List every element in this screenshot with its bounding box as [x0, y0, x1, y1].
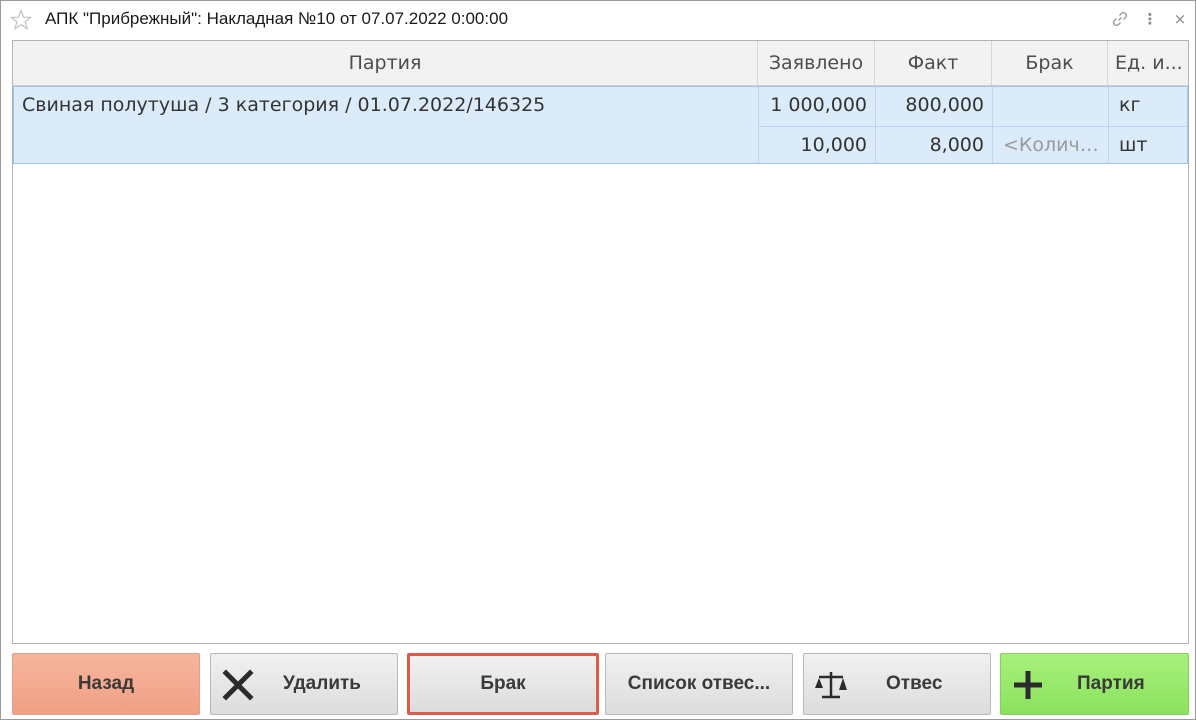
- unit-cell[interactable]: шт: [1109, 134, 1187, 156]
- batch-table: Партия Заявлено Факт Брак Ед. и... Свина…: [12, 40, 1189, 644]
- column-header-fact[interactable]: Факт: [875, 41, 992, 85]
- title-bar: АПК "Прибрежный": Накладная №10 от 07.07…: [1, 1, 1195, 37]
- weigh-button-label: Отвес: [886, 673, 943, 694]
- declared-cell[interactable]: 1 000,000: [759, 94, 876, 116]
- defect-quantity-input[interactable]: <Количе...: [993, 134, 1109, 156]
- fact-cell[interactable]: 800,000: [876, 94, 993, 116]
- column-header-unit[interactable]: Ед. и...: [1108, 41, 1188, 85]
- window: АПК "Прибрежный": Накладная №10 от 07.07…: [0, 0, 1196, 720]
- unit-cell[interactable]: кг: [1109, 94, 1187, 116]
- batch-name-cell[interactable]: Свиная полутуша / 3 категория / 01.07.20…: [22, 94, 757, 116]
- table-row[interactable]: Свиная полутуша / 3 категория / 01.07.20…: [13, 86, 1188, 164]
- weighings-list-button-label: Список отвес...: [627, 673, 771, 694]
- column-header-batch[interactable]: Партия: [13, 41, 758, 85]
- window-title: АПК "Прибрежный": Накладная №10 от 07.07…: [45, 9, 509, 28]
- back-button[interactable]: Назад: [12, 653, 200, 715]
- table-header: Партия Заявлено Факт Брак Ед. и...: [13, 41, 1188, 86]
- defect-button-label: Брак: [480, 673, 526, 694]
- fact-cell[interactable]: 8,000: [876, 134, 993, 156]
- link-icon[interactable]: [1111, 10, 1129, 28]
- close-icon[interactable]: ×: [1171, 10, 1189, 28]
- delete-button-label: Удалить: [283, 673, 361, 694]
- column-header-defect[interactable]: Брак: [992, 41, 1108, 85]
- add-batch-button-label: Партия: [1077, 673, 1145, 694]
- declared-cell[interactable]: 10,000: [759, 134, 876, 156]
- more-icon[interactable]: ⋮: [1141, 10, 1159, 28]
- delete-button[interactable]: Удалить: [210, 653, 398, 715]
- column-header-declared[interactable]: Заявлено: [758, 41, 875, 85]
- weigh-button[interactable]: Отвес: [803, 653, 991, 715]
- plus-icon: [1014, 671, 1042, 699]
- back-button-label: Назад: [77, 673, 135, 694]
- add-batch-button[interactable]: Партия: [1000, 653, 1189, 715]
- delete-x-icon: [222, 669, 254, 701]
- star-icon[interactable]: [9, 8, 33, 32]
- row-divider: [759, 126, 1187, 127]
- scales-icon: [815, 672, 847, 699]
- defect-button[interactable]: Брак: [407, 653, 599, 715]
- weighings-list-button[interactable]: Список отвес...: [605, 653, 793, 715]
